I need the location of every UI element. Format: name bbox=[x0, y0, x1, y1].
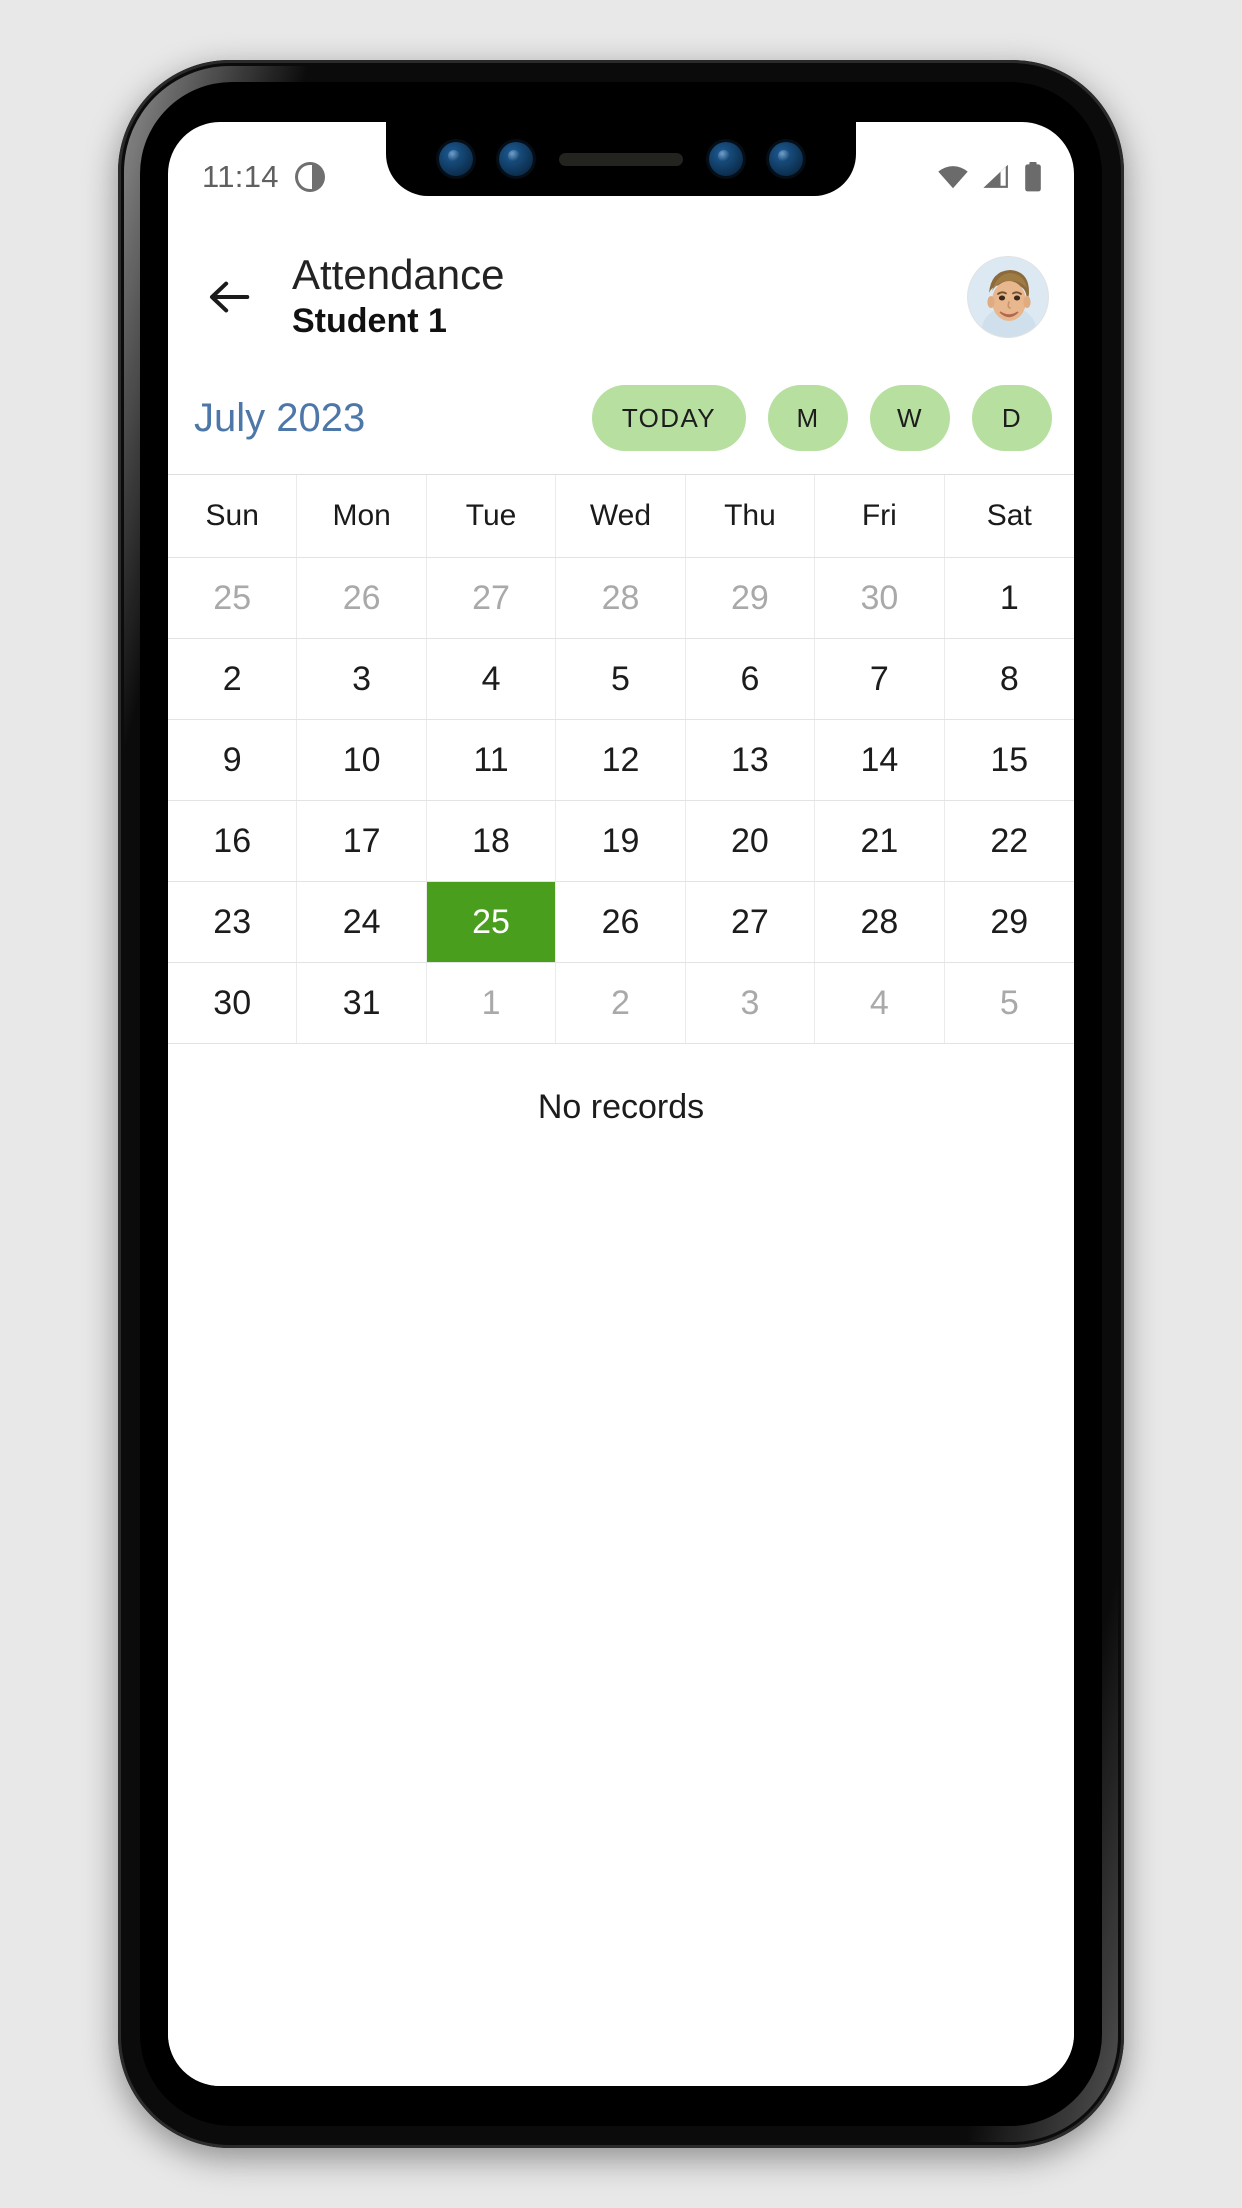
calendar-day[interactable]: 8 bbox=[945, 639, 1074, 719]
calendar-day[interactable]: 28 bbox=[815, 882, 945, 962]
phone-screen: 11:14 Attendance Student 1 July 2023 TOD… bbox=[168, 122, 1074, 2086]
calendar-day[interactable]: 3 bbox=[297, 639, 427, 719]
calendar-toolbar: July 2023 TODAY M W D bbox=[168, 362, 1074, 474]
header-titles: Attendance Student 1 bbox=[292, 252, 968, 342]
weekday-mon: Mon bbox=[297, 475, 427, 557]
status-clock: 11:14 bbox=[202, 159, 279, 194]
calendar-day[interactable]: 19 bbox=[556, 801, 686, 881]
calendar-day[interactable]: 26 bbox=[297, 558, 427, 638]
calendar-day[interactable]: 15 bbox=[945, 720, 1074, 800]
records-panel: No records bbox=[168, 1048, 1074, 2086]
calendar-week-row: 25 26 27 28 29 30 1 bbox=[168, 558, 1074, 639]
calendar-day[interactable]: 12 bbox=[556, 720, 686, 800]
chip-month[interactable]: M bbox=[768, 385, 848, 451]
calendar-day[interactable]: 14 bbox=[815, 720, 945, 800]
weekday-fri: Fri bbox=[815, 475, 945, 557]
calendar-day[interactable]: 30 bbox=[168, 963, 298, 1043]
proximity-sensor-icon bbox=[709, 142, 743, 176]
calendar-day[interactable]: 17 bbox=[297, 801, 427, 881]
weekday-wed: Wed bbox=[556, 475, 686, 557]
calendar-day[interactable]: 10 bbox=[297, 720, 427, 800]
wifi-icon bbox=[938, 166, 968, 189]
front-camera-icon bbox=[439, 142, 473, 176]
calendar-day[interactable]: 16 bbox=[168, 801, 298, 881]
empty-state-text: No records bbox=[537, 1088, 705, 1126]
screenshot-canvas: 11:14 Attendance Student 1 July 2023 TOD… bbox=[0, 0, 1242, 2208]
calendar-week-row: 16 17 18 19 20 21 22 bbox=[168, 801, 1074, 882]
calendar-day-selected[interactable]: 25 bbox=[426, 882, 557, 962]
calendar-day[interactable]: 2 bbox=[168, 639, 298, 719]
weekday-header-row: Sun Mon Tue Wed Thu Fri Sat bbox=[168, 475, 1074, 558]
view-mode-chips: TODAY M W D bbox=[591, 385, 1052, 451]
back-button[interactable] bbox=[194, 261, 266, 333]
status-bar-left: 11:14 bbox=[202, 159, 325, 195]
sensor-icon bbox=[499, 142, 533, 176]
calendar-day[interactable]: 4 bbox=[427, 639, 557, 719]
calendar-weeks: 25 26 27 28 29 30 1 2 3 4 5 6 7 8 9 10 11 12 13 14 15 16 17 18 1… bbox=[168, 558, 1074, 1044]
calendar-day[interactable]: 4 bbox=[815, 963, 945, 1043]
calendar-grid: Sun Mon Tue Wed Thu Fri Sat 25 26 27 28 29 30… bbox=[168, 474, 1074, 1044]
chip-today[interactable]: TODAY bbox=[591, 385, 746, 451]
page-title: Attendance bbox=[292, 250, 505, 298]
weekday-sat: Sat bbox=[986, 499, 1032, 532]
earpiece-speaker bbox=[559, 152, 683, 166]
calendar-day[interactable]: 1 bbox=[427, 963, 557, 1043]
weekday-tue: Tue bbox=[427, 475, 557, 557]
calendar-day[interactable]: 21 bbox=[815, 801, 945, 881]
chip-day[interactable]: D bbox=[972, 385, 1052, 451]
calendar-day[interactable]: 23 bbox=[168, 882, 298, 962]
status-bar-right bbox=[936, 162, 1042, 192]
app-header: Attendance Student 1 bbox=[168, 232, 1074, 362]
weekday-thu: Thu bbox=[686, 475, 816, 557]
calendar-day[interactable]: 9 bbox=[168, 720, 298, 800]
calendar-day[interactable]: 20 bbox=[686, 801, 816, 881]
current-month-label[interactable]: July 2023 bbox=[194, 396, 365, 441]
calendar-day[interactable]: 2 bbox=[556, 963, 686, 1043]
avatar-photo bbox=[968, 257, 1048, 337]
page-subtitle: Student 1 bbox=[292, 302, 447, 341]
calendar-day[interactable]: 24 bbox=[297, 882, 427, 962]
chip-week[interactable]: W bbox=[870, 385, 950, 451]
calendar-day[interactable]: 27 bbox=[686, 882, 816, 962]
calendar-day[interactable]: 31 bbox=[297, 963, 427, 1043]
calendar-day[interactable]: 5 bbox=[556, 639, 686, 719]
calendar-day[interactable]: 18 bbox=[427, 801, 557, 881]
secondary-camera-icon bbox=[769, 142, 803, 176]
calendar-day[interactable]: 29 bbox=[945, 882, 1074, 962]
calendar-day[interactable]: 13 bbox=[686, 720, 816, 800]
calendar-day[interactable]: 11 bbox=[427, 720, 557, 800]
cellular-signal-icon bbox=[983, 164, 1008, 188]
calendar-day[interactable]: 26 bbox=[556, 882, 686, 962]
device-notch bbox=[386, 122, 856, 196]
back-arrow-icon bbox=[209, 281, 250, 313]
calendar-day[interactable]: 25 bbox=[168, 558, 298, 638]
calendar-day[interactable]: 7 bbox=[815, 639, 945, 719]
calendar-day[interactable]: 29 bbox=[686, 558, 816, 638]
calendar-day[interactable]: 27 bbox=[427, 558, 557, 638]
calendar-day[interactable]: 5 bbox=[945, 963, 1074, 1043]
calendar-day[interactable]: 28 bbox=[556, 558, 686, 638]
calendar-day[interactable]: 22 bbox=[945, 801, 1074, 881]
calendar-day[interactable]: 1 bbox=[945, 558, 1074, 638]
battery-full-icon bbox=[1025, 162, 1041, 192]
calendar-week-row: 23 24 25 26 27 28 29 bbox=[168, 882, 1074, 963]
do-not-disturb-icon bbox=[294, 162, 325, 192]
calendar-week-row: 2345678 bbox=[168, 639, 1074, 720]
calendar-week-row: 30 31 1 2 3 4 5 bbox=[168, 963, 1074, 1044]
weekday-sun: Sun bbox=[168, 475, 298, 557]
student-avatar[interactable] bbox=[968, 257, 1048, 337]
calendar-day[interactable]: 30 bbox=[815, 558, 945, 638]
calendar-day[interactable]: 3 bbox=[686, 963, 816, 1043]
calendar-week-row: 9 10 11 12 13 14 15 bbox=[168, 720, 1074, 801]
calendar-day[interactable]: 6 bbox=[686, 639, 816, 719]
